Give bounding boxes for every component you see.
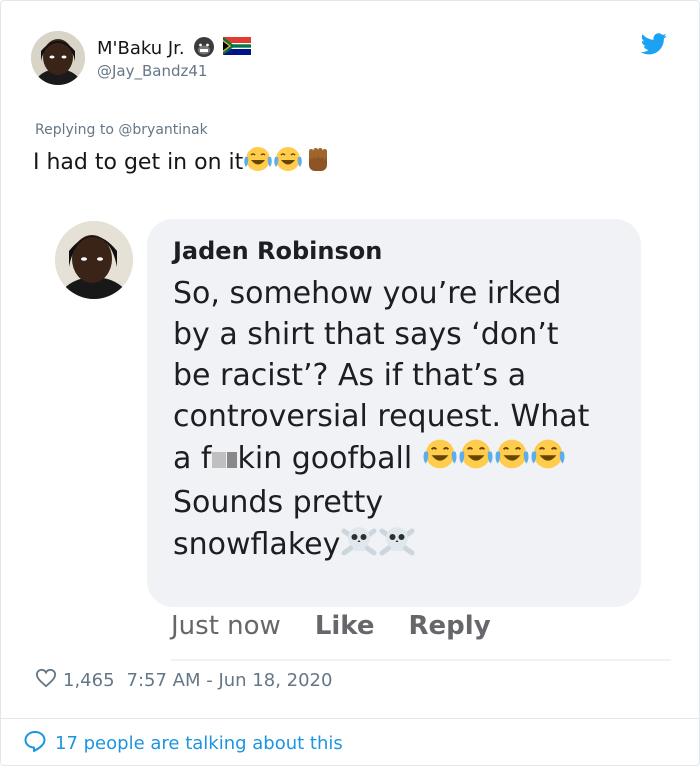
comment-line: So, somehow you’re irked: [173, 276, 562, 311]
raised-fist-icon: [303, 145, 333, 179]
author-display-name[interactable]: M'Baku Jr.: [97, 38, 185, 59]
replying-prefix: Replying to: [35, 122, 119, 138]
conversation-count-text[interactable]: 17 people are talking about this: [55, 733, 343, 754]
like-link: Like: [314, 611, 375, 641]
embedded-comment-actions: Just now Like Reply: [171, 611, 491, 641]
comment-line-text: snowflakey: [173, 527, 341, 562]
comment-line: controversial request. What: [173, 399, 590, 434]
author-avatar[interactable]: [31, 31, 85, 85]
like-count[interactable]: 1,465: [63, 670, 115, 691]
comment-line: be racist’? As if that’s a: [173, 358, 527, 393]
embedded-comment-bubble: Jaden Robinson So, somehow you’re irked …: [147, 219, 641, 607]
skull-crossbones-icon: [340, 523, 378, 568]
author-name[interactable]: M'Baku Jr.: [97, 35, 251, 62]
laughing-tears-icon: [530, 437, 566, 482]
comment-line: by a shirt that says ‘don’t: [173, 317, 559, 352]
speech-bubble-icon: [23, 730, 47, 757]
replying-target-link[interactable]: @bryantinak: [118, 122, 207, 138]
tweet-card: M'Baku Jr. @Jay_Bandz41 Replying to @bry…: [0, 0, 700, 766]
laughing-tears-icon: [494, 437, 530, 482]
divider: [1, 718, 699, 719]
south-africa-flag-icon: [222, 37, 251, 60]
tweet-datetime[interactable]: 7:57 AM - Jun 18, 2020: [127, 670, 333, 691]
skull-crossbones-icon: [378, 523, 416, 568]
laughing-tears-icon: [273, 145, 303, 179]
tweet-text: I had to get in on it: [33, 145, 333, 179]
laughing-tears-icon: [458, 437, 494, 482]
conversation-link[interactable]: 17 people are talking about this: [23, 730, 343, 757]
embedded-commenter-avatar: [55, 221, 133, 299]
laughing-tears-icon: [243, 145, 273, 179]
tweet-text-body: I had to get in on it: [33, 149, 244, 175]
comment-line-end: kin goofball: [237, 441, 413, 476]
comment-line: snowflakey: [173, 523, 633, 568]
embedded-comment-text: So, somehow you’re irked by a shirt that…: [173, 273, 633, 568]
comment-line: Sounds pretty: [173, 485, 384, 520]
censor-block-icon: [227, 452, 238, 468]
tweet-meta: 1,465 7:57 AM - Jun 18, 2020: [35, 668, 332, 693]
divider: [171, 659, 671, 661]
laughing-tears-icon: [422, 437, 458, 482]
author-handle[interactable]: @Jay_Bandz41: [97, 62, 207, 80]
censor-block-icon: [212, 452, 227, 468]
heart-icon[interactable]: [35, 668, 57, 693]
comment-timestamp: Just now: [171, 611, 281, 641]
twitter-logo-icon[interactable]: [640, 33, 667, 55]
comment-line-start: a f: [173, 441, 212, 476]
replying-to: Replying to @bryantinak: [35, 122, 208, 138]
gorilla-icon: [191, 35, 217, 62]
embedded-commenter-name: Jaden Robinson: [173, 237, 383, 265]
reply-link: Reply: [408, 611, 491, 641]
comment-line: a f kin goofball: [173, 437, 633, 482]
